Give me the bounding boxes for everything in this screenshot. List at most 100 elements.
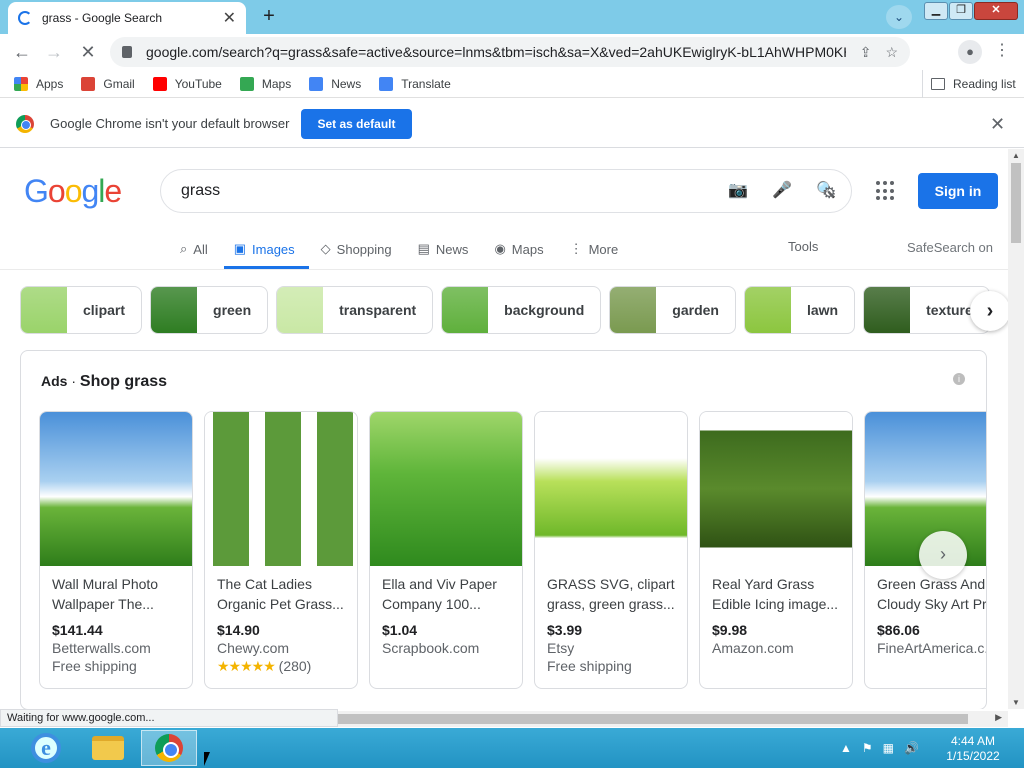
default-browser-infobar: Google Chrome isn't your default browser… — [0, 100, 1024, 148]
shopping-ads-panel: Ads · Shop grass i Wall Mural Photo Wall… — [20, 350, 987, 709]
search-input[interactable]: grass 📷 🎤 🔍 — [160, 169, 852, 213]
chip-background[interactable]: background — [441, 286, 602, 334]
bookmark-label: YouTube — [174, 76, 222, 91]
product-title[interactable]: GRASS SVG, clipart grass, green grass... — [535, 566, 687, 614]
reading-list-button[interactable]: Reading list — [922, 70, 1016, 98]
product-extra: Free shipping — [547, 658, 632, 674]
product-title[interactable]: Wall Mural Photo Wallpaper The... — [40, 566, 192, 614]
scrollbar-thumb[interactable] — [338, 714, 968, 724]
stop-loading-icon[interactable]: ✕ — [76, 42, 100, 64]
restore-button[interactable]: ❐ — [949, 2, 973, 20]
camera-icon[interactable]: 📷 — [727, 180, 749, 202]
chip-thumbnail — [864, 287, 911, 333]
chip-clipart[interactable]: clipart — [20, 286, 143, 334]
product-price: $86.06 — [877, 622, 920, 638]
show-hidden-icons-icon[interactable]: ▲ — [840, 741, 852, 755]
logo-letter: o — [47, 173, 66, 209]
tab-all[interactable]: ⌕ All — [180, 229, 208, 269]
tab-news[interactable]: ▤ News — [418, 229, 469, 269]
tab-search-button[interactable]: ⌄ — [886, 5, 912, 29]
chip-lawn[interactable]: lawn — [743, 286, 856, 334]
tools-button[interactable]: Tools — [788, 239, 818, 254]
product-image[interactable] — [535, 412, 687, 566]
new-tab-button[interactable]: + — [256, 5, 282, 29]
product-card[interactable]: The Cat Ladies Organic Pet Grass... $14.9… — [204, 411, 358, 689]
minimize-button[interactable]: ▁ — [924, 2, 948, 20]
product-title[interactable]: Green Grass And Cloudy Sky Art Pr... — [865, 566, 986, 614]
tab-images[interactable]: ▣ Images — [223, 229, 309, 269]
back-arrow-icon[interactable]: ← — [10, 42, 34, 64]
bookmark-translate[interactable]: Translate — [379, 76, 451, 91]
bookmarks-bar: Apps Gmail YouTube Maps News Translate — [0, 70, 1024, 98]
product-title[interactable]: Ella and Viv Paper Company 100... — [370, 566, 522, 614]
bookmark-star-icon[interactable]: ☆ — [885, 44, 898, 61]
bookmark-gmail[interactable]: Gmail — [81, 76, 135, 91]
bookmark-label: Translate — [401, 76, 451, 91]
network-icon[interactable]: ▦ — [883, 741, 894, 755]
product-store: Chewy.com — [217, 640, 290, 656]
address-bar[interactable]: google.com/search?q=grass&safe=active&so… — [110, 37, 910, 67]
scrollbar-thumb[interactable] — [1011, 163, 1021, 243]
bookmark-news[interactable]: News — [309, 76, 361, 91]
google-apps-icon[interactable] — [876, 181, 896, 201]
product-image[interactable] — [205, 412, 357, 566]
bookmark-maps[interactable]: Maps — [239, 76, 291, 91]
microphone-icon[interactable]: 🎤 — [771, 180, 793, 202]
product-store: Betterwalls.com — [52, 640, 151, 656]
chips-next-chevron-icon[interactable]: › — [970, 291, 1008, 331]
action-center-flag-icon[interactable]: ⚑ — [862, 741, 873, 755]
carousel-next-chevron-icon[interactable]: › — [919, 531, 967, 579]
settings-gear-icon[interactable]: ⚙ — [822, 183, 836, 203]
horizontal-scrollbar[interactable]: ▶ — [338, 711, 1008, 727]
chip-label: transparent — [339, 302, 417, 318]
gmail-icon — [81, 76, 96, 91]
chip-garden[interactable]: garden — [609, 286, 736, 334]
vertical-scrollbar[interactable]: ▲ ▼ — [1008, 149, 1024, 709]
search-icon: ⌕ — [180, 241, 188, 256]
product-image[interactable] — [700, 412, 852, 566]
logo-letter: e — [104, 173, 122, 209]
set-as-default-button[interactable]: Set as default — [301, 108, 412, 139]
volume-icon[interactable]: 🔊 — [904, 741, 919, 755]
google-logo[interactable]: Google — [24, 173, 122, 210]
close-tab-icon[interactable]: ✕ — [223, 8, 236, 28]
product-card[interactable]: GRASS SVG, clipart grass, green grass...… — [534, 411, 688, 689]
chip-thumbnail — [21, 287, 67, 333]
product-title[interactable]: The Cat Ladies Organic Pet Grass... — [205, 566, 357, 614]
taskbar-file-explorer[interactable] — [80, 730, 136, 766]
scroll-down-icon[interactable]: ▼ — [1012, 698, 1020, 707]
profile-avatar-icon[interactable]: ● — [958, 40, 982, 64]
safesearch-label[interactable]: SafeSearch on — [907, 240, 993, 255]
info-icon[interactable]: i — [953, 373, 965, 385]
chip-thumbnail — [277, 287, 324, 333]
chip-green[interactable]: green — [150, 286, 269, 334]
infobar-message: Google Chrome isn't your default browser — [50, 116, 290, 131]
scroll-up-icon[interactable]: ▲ — [1012, 151, 1020, 160]
scroll-right-icon[interactable]: ▶ — [995, 712, 1002, 723]
bookmark-apps[interactable]: Apps — [14, 76, 64, 91]
close-window-button[interactable]: ✕ — [974, 2, 1018, 20]
chip-transparent[interactable]: transparent — [276, 286, 434, 334]
share-icon[interactable]: ⇪ — [860, 44, 872, 61]
product-card[interactable]: Ella and Viv Paper Company 100... $1.04 Sc… — [369, 411, 523, 689]
bookmark-youtube[interactable]: YouTube — [152, 76, 222, 91]
status-bubble: Waiting for www.google.com... — [0, 709, 338, 727]
tabs-divider — [0, 269, 1008, 270]
infobar-close-icon[interactable]: ✕ — [990, 114, 1005, 135]
browser-tab[interactable]: grass - Google Search ✕ — [8, 2, 246, 34]
tab-more[interactable]: ⋮ More — [570, 229, 619, 269]
product-card[interactable]: Wall Mural Photo Wallpaper The... $141.44… — [39, 411, 193, 689]
product-card[interactable]: Real Yard Grass Edible Icing image... $9.… — [699, 411, 853, 689]
taskbar-chrome[interactable] — [141, 730, 197, 766]
product-image[interactable] — [40, 412, 192, 566]
tab-maps[interactable]: ◉ Maps — [494, 229, 543, 269]
taskbar-internet-explorer[interactable]: e — [18, 730, 74, 766]
product-title[interactable]: Real Yard Grass Edible Icing image... — [700, 566, 852, 614]
system-clock[interactable]: 4:44 AM 1/15/2022 — [942, 734, 1004, 764]
bookmark-label: Apps — [36, 76, 64, 91]
forward-arrow-icon[interactable]: → — [42, 42, 66, 64]
sign-in-button[interactable]: Sign in — [918, 173, 998, 209]
tab-shopping[interactable]: ◇ Shopping — [321, 229, 392, 269]
product-image[interactable] — [370, 412, 522, 566]
chrome-menu-icon[interactable]: ⋮ — [992, 40, 1012, 64]
